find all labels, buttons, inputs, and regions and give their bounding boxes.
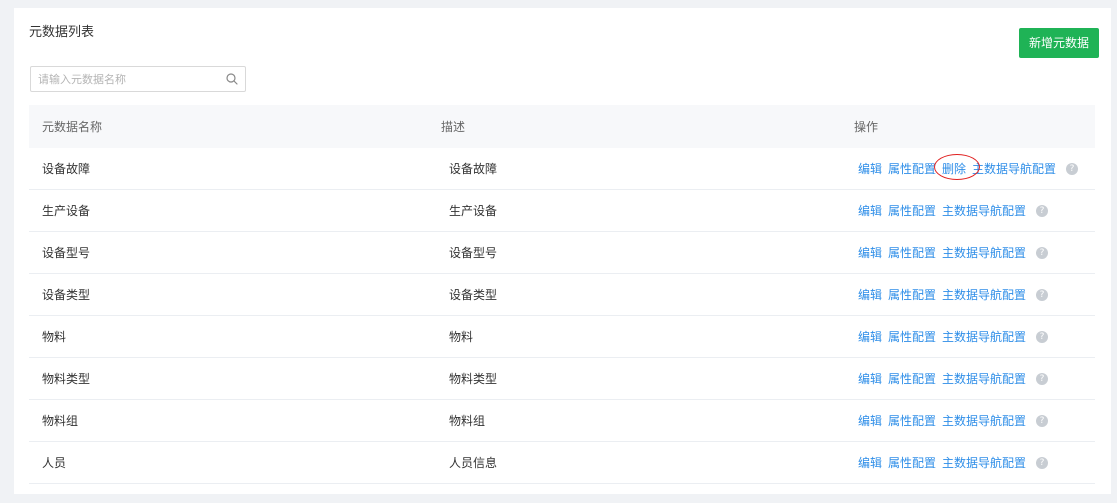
row-name: 物料 bbox=[42, 330, 67, 344]
edit-link[interactable]: 编辑 bbox=[858, 160, 882, 177]
edit-link[interactable]: 编辑 bbox=[858, 286, 882, 303]
edit-link[interactable]: 编辑 bbox=[858, 328, 882, 345]
metadata-table: 元数据名称 描述 操作 设备故障 设备故障 编辑 属性配置 删除 主数据导航配置? 生产设备… bbox=[29, 105, 1095, 484]
table-row: 设备型号 设备型号 编辑 属性配置 主数据导航配置? bbox=[29, 232, 1095, 274]
edit-link[interactable]: 编辑 bbox=[858, 370, 882, 387]
nav-config-link[interactable]: 主数据导航配置 bbox=[942, 328, 1026, 345]
row-actions: 编辑 属性配置 主数据导航配置? bbox=[858, 190, 1049, 231]
nav-config-link[interactable]: 主数据导航配置 bbox=[942, 286, 1026, 303]
nav-config-link[interactable]: 主数据导航配置 bbox=[942, 202, 1026, 219]
row-actions: 编辑 属性配置 主数据导航配置? bbox=[858, 358, 1049, 399]
row-actions: 编辑 属性配置 主数据导航配置? bbox=[858, 400, 1049, 441]
row-description: 物料类型 bbox=[449, 372, 498, 386]
attr-config-link[interactable]: 属性配置 bbox=[888, 454, 936, 471]
edit-link[interactable]: 编辑 bbox=[858, 244, 882, 261]
row-actions: 编辑 属性配置 删除 主数据导航配置? bbox=[858, 148, 1079, 189]
row-name: 人员 bbox=[42, 456, 67, 470]
row-description: 人员信息 bbox=[449, 456, 498, 470]
row-actions: 编辑 属性配置 主数据导航配置? bbox=[858, 232, 1049, 273]
table-row: 物料 物料 编辑 属性配置 主数据导航配置? bbox=[29, 316, 1095, 358]
row-actions: 编辑 属性配置 主数据导航配置? bbox=[858, 442, 1049, 483]
row-description: 生产设备 bbox=[449, 204, 498, 218]
row-description: 设备故障 bbox=[449, 162, 498, 176]
attr-config-link[interactable]: 属性配置 bbox=[888, 370, 936, 387]
add-metadata-button[interactable]: 新增元数据 bbox=[1019, 28, 1099, 58]
edit-link[interactable]: 编辑 bbox=[858, 454, 882, 471]
help-icon[interactable]: ? bbox=[1036, 372, 1049, 385]
metadata-list-panel: 元数据列表 新增元数据 元数据名称 描述 操作 设备故障设备故障编辑属性配置删除… bbox=[14, 8, 1111, 494]
help-icon[interactable]: ? bbox=[1036, 288, 1049, 301]
row-name: 设备类型 bbox=[42, 288, 91, 302]
row-description: 物料 bbox=[449, 330, 474, 344]
attr-config-link[interactable]: 属性配置 bbox=[888, 286, 936, 303]
table-body: 设备故障 设备故障 编辑 属性配置 删除 主数据导航配置? 生产设备 生产设备 编辑 属性配置 主数… bbox=[29, 148, 1095, 484]
row-actions: 编辑 属性配置 主数据导航配置? bbox=[858, 316, 1049, 357]
row-name: 设备故障 bbox=[42, 162, 91, 176]
delete-link-wrapper: 删除 bbox=[934, 154, 981, 180]
help-icon[interactable]: ? bbox=[1066, 162, 1079, 175]
row-name: 设备型号 bbox=[42, 246, 91, 260]
search-icon[interactable] bbox=[225, 72, 239, 86]
attr-config-link[interactable]: 属性配置 bbox=[888, 202, 936, 219]
edit-link[interactable]: 编辑 bbox=[858, 202, 882, 219]
attr-config-link[interactable]: 属性配置 bbox=[888, 160, 936, 177]
row-name: 生产设备 bbox=[42, 204, 91, 218]
table-row: 人员 人员信息 编辑 属性配置 主数据导航配置? bbox=[29, 442, 1095, 484]
search-input[interactable] bbox=[31, 67, 217, 91]
row-actions: 编辑 属性配置 主数据导航配置? bbox=[858, 274, 1049, 315]
table-row: 设备类型 设备类型 编辑 属性配置 主数据导航配置? bbox=[29, 274, 1095, 316]
header-actions: 操作 bbox=[854, 120, 879, 134]
attr-config-link[interactable]: 属性配置 bbox=[888, 412, 936, 429]
help-icon[interactable]: ? bbox=[1036, 204, 1049, 217]
row-description: 物料组 bbox=[449, 414, 486, 428]
help-icon[interactable]: ? bbox=[1036, 330, 1049, 343]
nav-config-link[interactable]: 主数据导航配置 bbox=[942, 412, 1026, 429]
search-box bbox=[30, 66, 246, 92]
row-name: 物料组 bbox=[42, 414, 79, 428]
row-name: 物料类型 bbox=[42, 372, 91, 386]
header-name: 元数据名称 bbox=[42, 120, 103, 134]
edit-link[interactable]: 编辑 bbox=[858, 412, 882, 429]
nav-config-link[interactable]: 主数据导航配置 bbox=[942, 370, 1026, 387]
attr-config-link[interactable]: 属性配置 bbox=[888, 244, 936, 261]
nav-config-link[interactable]: 主数据导航配置 bbox=[972, 160, 1056, 177]
table-header: 元数据名称 描述 操作 bbox=[29, 105, 1095, 148]
table-row: 物料类型 物料类型 编辑 属性配置 主数据导航配置? bbox=[29, 358, 1095, 400]
nav-config-link[interactable]: 主数据导航配置 bbox=[942, 244, 1026, 261]
help-icon[interactable]: ? bbox=[1036, 414, 1049, 427]
page-title: 元数据列表 bbox=[29, 25, 95, 40]
help-icon[interactable]: ? bbox=[1036, 246, 1049, 259]
header-description: 描述 bbox=[441, 120, 466, 134]
delete-link[interactable]: 删除 bbox=[942, 162, 966, 176]
table-row: 设备故障 设备故障 编辑 属性配置 删除 主数据导航配置? bbox=[29, 148, 1095, 190]
table-row: 生产设备 生产设备 编辑 属性配置 主数据导航配置? bbox=[29, 190, 1095, 232]
help-icon[interactable]: ? bbox=[1036, 456, 1049, 469]
table-row: 物料组 物料组 编辑 属性配置 主数据导航配置? bbox=[29, 400, 1095, 442]
row-description: 设备类型 bbox=[449, 288, 498, 302]
row-description: 设备型号 bbox=[449, 246, 498, 260]
attr-config-link[interactable]: 属性配置 bbox=[888, 328, 936, 345]
nav-config-link[interactable]: 主数据导航配置 bbox=[942, 454, 1026, 471]
